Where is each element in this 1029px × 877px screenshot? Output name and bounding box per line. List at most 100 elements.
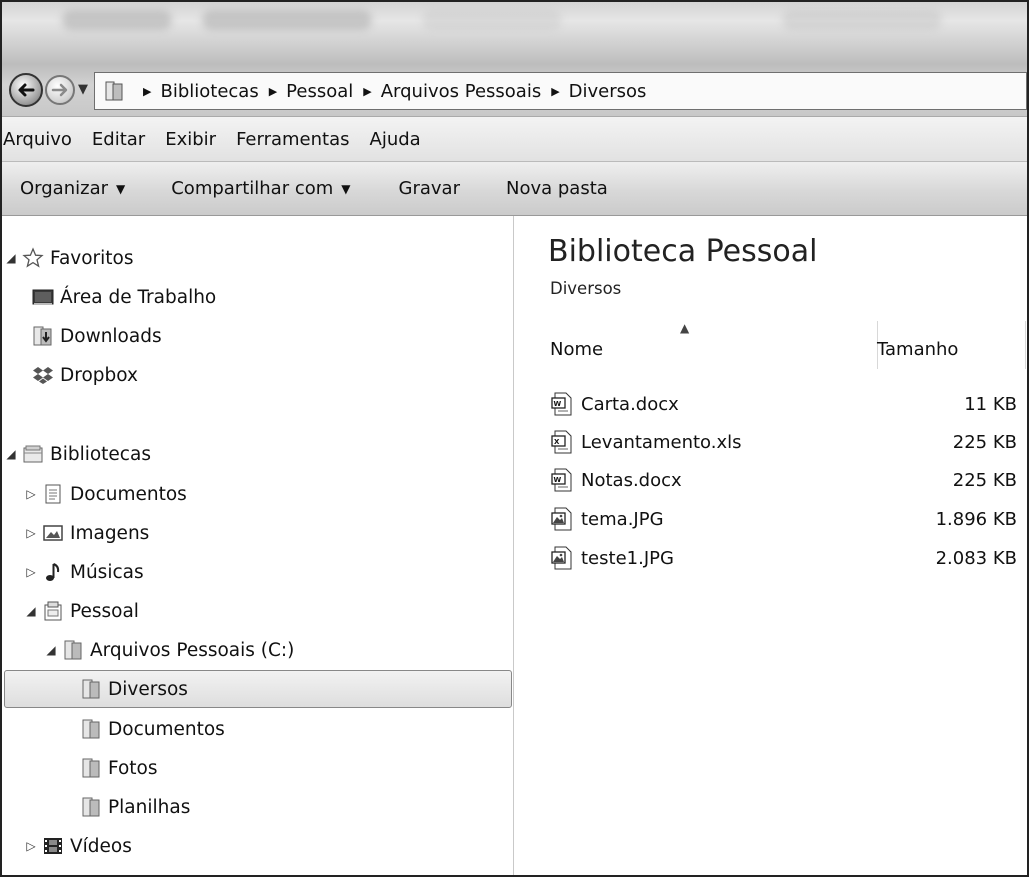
file-name: Carta.docx	[581, 394, 679, 415]
menu-ajuda[interactable]: Ajuda	[370, 129, 421, 150]
nav-documents-label: Documentos	[70, 483, 187, 505]
nav-dropbox[interactable]: Dropbox	[32, 356, 138, 394]
collapsed-arrow-icon[interactable]: ▷	[24, 487, 38, 501]
collapsed-arrow-icon[interactable]: ▷	[24, 526, 38, 540]
desktop-icon	[32, 286, 54, 308]
svg-text:W: W	[554, 476, 562, 484]
expanded-arrow-icon[interactable]: ◢	[24, 604, 38, 618]
breadcrumb-separator-icon[interactable]: ▶	[269, 85, 277, 98]
nav-dropbox-label: Dropbox	[60, 364, 138, 386]
folder-icon	[105, 81, 123, 101]
breadcrumb-pessoal[interactable]: Pessoal	[286, 81, 353, 102]
file-row[interactable]: tema.JPG 1.896 KB	[515, 499, 1027, 539]
address-bar[interactable]: ▶ Bibliotecas ▶ Pessoal ▶ Arquivos Pesso…	[94, 72, 1027, 110]
menu-editar[interactable]: Editar	[92, 129, 145, 150]
new-folder-button[interactable]: Nova pasta	[506, 178, 608, 199]
breadcrumb: ▶ Bibliotecas ▶ Pessoal ▶ Arquivos Pesso…	[133, 73, 646, 109]
nav-videos-label: Vídeos	[70, 835, 132, 857]
column-divider[interactable]	[1025, 321, 1026, 369]
nav-photos[interactable]: Fotos	[80, 749, 158, 787]
breadcrumb-separator-icon[interactable]: ▶	[143, 85, 151, 98]
back-arrow-icon	[18, 83, 35, 97]
nav-downloads-label: Downloads	[60, 325, 162, 347]
back-button[interactable]	[9, 73, 43, 107]
personal-library-icon	[42, 600, 64, 622]
breadcrumb-separator-icon[interactable]: ▶	[551, 85, 559, 98]
expanded-arrow-icon[interactable]: ◢	[4, 447, 18, 461]
organize-button[interactable]: Organizar ▼	[20, 178, 125, 199]
nav-misc-label: Diversos	[108, 678, 188, 700]
collapsed-arrow-icon[interactable]: ▷	[24, 839, 38, 853]
excel-doc-icon: X	[550, 430, 574, 454]
file-row[interactable]: W Carta.docx 11 KB	[515, 384, 1027, 424]
expanded-arrow-icon[interactable]: ◢	[44, 643, 58, 657]
sort-ascending-icon: ▲	[680, 321, 690, 335]
nav-libraries[interactable]: ◢ Bibliotecas	[4, 435, 151, 473]
command-bar: Organizar ▼ Compartilhar com ▼ Gravar No…	[2, 162, 1027, 216]
breadcrumb-separator-icon[interactable]: ▶	[363, 85, 371, 98]
downloads-folder-icon	[32, 325, 54, 347]
nav-favorites-label: Favoritos	[50, 247, 134, 269]
nav-favorites[interactable]: ◢ Favoritos	[4, 239, 134, 277]
nav-spreadsheets[interactable]: Planilhas	[80, 788, 190, 826]
file-size: 1.896 KB	[935, 509, 1017, 530]
nav-spreadsheets-label: Planilhas	[108, 796, 191, 818]
menu-arquivo[interactable]: Arquivo	[3, 129, 72, 150]
menu-ferramentas[interactable]: Ferramentas	[236, 129, 349, 150]
folder-icon	[80, 796, 102, 818]
music-note-icon	[42, 561, 64, 583]
file-row[interactable]: X Levantamento.xls 225 KB	[515, 422, 1027, 462]
nav-images-label: Imagens	[70, 522, 150, 544]
column-name-header[interactable]: Nome	[550, 339, 603, 360]
breadcrumb-bibliotecas[interactable]: Bibliotecas	[160, 81, 258, 102]
nav-personal-files-label: Arquivos Pessoais (C:)	[90, 639, 295, 661]
file-size: 225 KB	[952, 432, 1017, 453]
file-name: tema.JPG	[581, 509, 664, 530]
library-subtitle: Diversos	[550, 279, 622, 298]
nav-personal-files[interactable]: ◢ Arquivos Pessoais (C:)	[44, 631, 294, 669]
nav-documents[interactable]: ▷ Documentos	[24, 475, 187, 513]
library-title: Biblioteca Pessoal	[548, 234, 818, 269]
nav-images[interactable]: ▷ Imagens	[24, 514, 149, 552]
nav-music-label: Músicas	[70, 561, 144, 583]
burn-label: Gravar	[398, 178, 460, 199]
chevron-down-icon: ▼	[341, 181, 351, 196]
column-size-header[interactable]: Tamanho	[877, 339, 958, 360]
word-doc-icon: W	[550, 392, 574, 416]
forward-button[interactable]	[45, 75, 75, 105]
nav-videos[interactable]: ▷ Vídeos	[24, 827, 132, 865]
word-doc-icon: W	[550, 468, 574, 492]
file-row[interactable]: W Notas.docx 225 KB	[515, 460, 1027, 500]
nav-music[interactable]: ▷ Músicas	[24, 553, 144, 591]
navigation-bar: ▼ ▶ Bibliotecas ▶ Pessoal ▶ Arquivos Pes…	[2, 64, 1027, 116]
image-file-icon	[550, 546, 574, 570]
library-icon	[22, 443, 44, 465]
nav-desktop[interactable]: Área de Trabalho	[32, 278, 216, 316]
recent-pages-dropdown-icon[interactable]: ▼	[78, 82, 88, 97]
star-icon	[22, 247, 44, 269]
svg-text:X: X	[554, 438, 560, 446]
nav-desktop-label: Área de Trabalho	[60, 286, 217, 308]
folder-icon	[80, 718, 102, 740]
collapsed-arrow-icon[interactable]: ▷	[24, 565, 38, 579]
organize-label: Organizar	[20, 178, 108, 199]
nav-downloads[interactable]: Downloads	[32, 317, 162, 355]
breadcrumb-arquivos-pessoais[interactable]: Arquivos Pessoais	[381, 81, 541, 102]
file-size: 225 KB	[952, 470, 1017, 491]
breadcrumb-diversos[interactable]: Diversos	[569, 81, 647, 102]
nav-libraries-label: Bibliotecas	[50, 443, 151, 465]
file-name: Levantamento.xls	[581, 432, 742, 453]
menu-exibir[interactable]: Exibir	[165, 129, 216, 150]
file-size: 11 KB	[964, 394, 1017, 415]
nav-sub-documents[interactable]: Documentos	[80, 710, 225, 748]
documents-icon	[42, 483, 64, 505]
nav-misc-selected[interactable]: Diversos	[80, 670, 188, 708]
expanded-arrow-icon[interactable]: ◢	[4, 251, 18, 265]
forward-arrow-icon	[51, 83, 68, 97]
file-name: Notas.docx	[581, 470, 682, 491]
folder-icon	[80, 757, 102, 779]
file-row[interactable]: teste1.JPG 2.083 KB	[515, 538, 1027, 578]
burn-button[interactable]: Gravar	[399, 178, 460, 199]
nav-personal[interactable]: ◢ Pessoal	[24, 592, 139, 630]
share-with-button[interactable]: Compartilhar com ▼	[171, 178, 350, 199]
